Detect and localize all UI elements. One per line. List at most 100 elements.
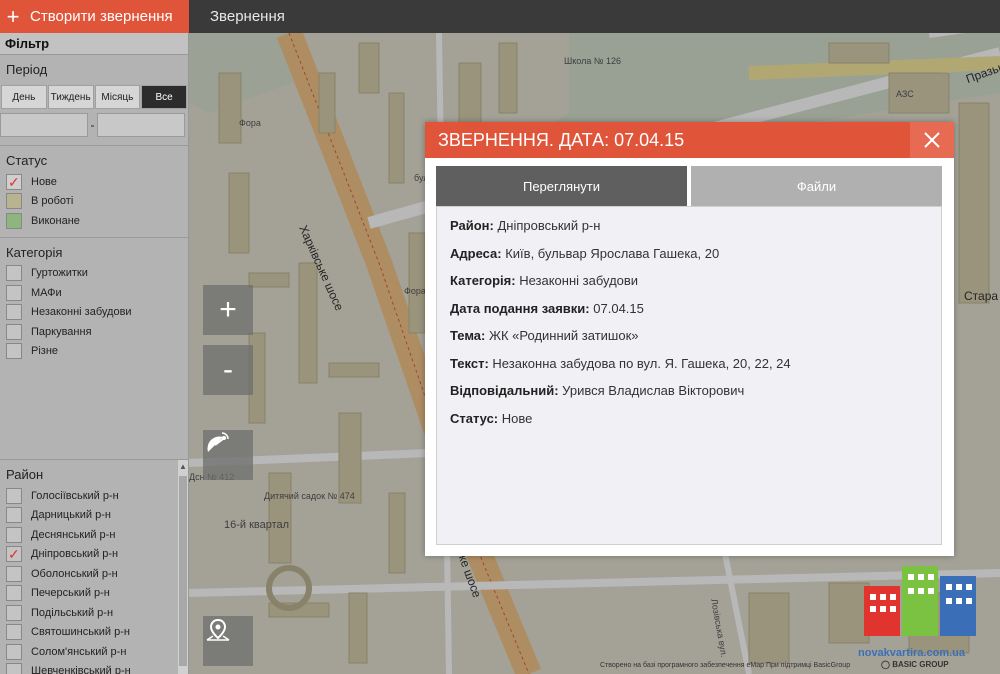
top-bar: + Створити звернення Звернення	[0, 0, 1000, 33]
raion-checkbox[interactable]	[6, 643, 22, 660]
raion-item[interactable]: Святошинський р-н	[0, 623, 188, 643]
field-label: Район:	[450, 218, 494, 233]
raion-item[interactable]: Оболонський р-н	[0, 564, 188, 584]
field-category: Категорія: Незаконні забудови	[450, 272, 928, 300]
status-checkbox-new[interactable]: ✓	[6, 173, 22, 190]
novakvartira-logo	[864, 566, 976, 636]
modal-tabs: Переглянути Файли	[436, 166, 942, 206]
category-checkbox[interactable]	[6, 265, 22, 282]
modal-close-button[interactable]	[910, 122, 954, 158]
raion-item[interactable]: ✓ Дніпровський р-н	[0, 545, 188, 565]
field-value: Урився Владислав Вікторович	[562, 383, 745, 398]
category-checkbox[interactable]	[6, 343, 22, 360]
raion-checkbox[interactable]: ✓	[6, 546, 22, 563]
raion-checkbox[interactable]	[6, 487, 22, 504]
field-value: 07.04.15	[593, 300, 644, 316]
field-value: Київ, бульвар Ярослава Гашека, 20	[505, 245, 720, 261]
category-item[interactable]: Незаконні забудови	[0, 303, 188, 323]
raion-item[interactable]: Подільський р-н	[0, 603, 188, 623]
field-label: Адреса:	[450, 245, 502, 261]
raion-item[interactable]: Печерський р-н	[0, 584, 188, 604]
field-label: Статус:	[450, 410, 499, 426]
category-item[interactable]: Різне	[0, 342, 188, 362]
raion-label: Печерський р-н	[31, 587, 110, 600]
field-label: Відповідальний:	[450, 383, 559, 398]
period-buttons: День Тиждень Місяць Все	[0, 85, 188, 109]
category-checkbox[interactable]	[6, 284, 22, 301]
raion-title: Район	[6, 467, 44, 482]
field-label: Тема:	[450, 328, 486, 343]
period-all-button[interactable]: Все	[141, 85, 187, 109]
raion-label: Святошинський р-н	[31, 626, 130, 639]
status-label: В роботі	[31, 195, 74, 208]
raion-label: Дарницький р-н	[31, 509, 111, 522]
raion-checkbox[interactable]	[6, 604, 22, 621]
scroll-up-icon[interactable]: ▲	[178, 462, 188, 472]
period-week-button[interactable]: Тиждень	[47, 85, 94, 109]
status-item-in-progress[interactable]: В роботі	[0, 192, 188, 212]
field-district: Район: Дніпровський р-н	[450, 217, 928, 245]
date-range: -	[0, 111, 188, 139]
raion-checkbox[interactable]	[6, 565, 22, 582]
raion-item[interactable]: Деснянський р-н	[0, 525, 188, 545]
zoom-out-button[interactable]: -	[203, 345, 253, 395]
field-status: Статус: Нове	[450, 410, 928, 438]
request-details: Район: Дніпровський р-н Адреса: Київ, бу…	[436, 206, 942, 545]
period-title: Період	[6, 62, 48, 77]
create-request-button[interactable]: + Створити звернення	[0, 0, 189, 33]
satellite-view-button[interactable]	[203, 430, 253, 480]
raion-item[interactable]: Шевченківський р-н	[0, 662, 188, 674]
raion-checkbox[interactable]	[6, 585, 22, 602]
category-item[interactable]: МАФи	[0, 283, 188, 303]
raion-item[interactable]: Дарницький р-н	[0, 506, 188, 526]
field-submission-date: Дата подання заявки: 07.04.15	[450, 300, 928, 328]
category-checkbox[interactable]	[6, 323, 22, 340]
nav-title-requests[interactable]: Звернення	[210, 0, 285, 33]
map-footer-credits: Створено на базі програмного забезпеченн…	[600, 662, 851, 669]
status-item-done[interactable]: Виконане	[0, 211, 188, 231]
raion-item[interactable]: Голосіївський р-н	[0, 486, 188, 506]
check-icon: ✓	[8, 546, 20, 563]
close-icon	[924, 132, 940, 148]
watermark-text: novakvartira.com.ua	[858, 647, 965, 659]
status-checkbox-done[interactable]	[6, 212, 22, 229]
date-from-input[interactable]	[0, 113, 88, 137]
plus-icon: +	[6, 3, 20, 29]
locate-map-button[interactable]	[203, 616, 253, 666]
date-to-input[interactable]	[97, 113, 185, 137]
scroll-thumb[interactable]	[179, 476, 187, 666]
status-checkbox-in-progress[interactable]	[6, 193, 22, 210]
date-range-separator: -	[90, 118, 95, 132]
zoom-in-button[interactable]: +	[203, 285, 253, 335]
tab-files[interactable]: Файли	[691, 166, 942, 206]
raion-label: Подільський р-н	[31, 606, 114, 619]
category-item[interactable]: Гуртожитки	[0, 264, 188, 284]
request-modal: ЗВЕРНЕННЯ. ДАТА: 07.04.15 Переглянути Фа…	[425, 122, 954, 556]
raion-label: Оболонський р-н	[31, 567, 118, 580]
field-value: Нове	[501, 410, 533, 426]
raion-checkbox[interactable]	[6, 624, 22, 641]
raion-checkbox[interactable]	[6, 526, 22, 543]
field-label: Категорія:	[450, 273, 516, 288]
raion-checkbox[interactable]	[6, 663, 22, 674]
raion-label: Шевченківський р-н	[31, 665, 131, 674]
raion-item[interactable]: Солом'янський р-н	[0, 642, 188, 662]
period-month-button[interactable]: Місяць	[94, 85, 141, 109]
create-request-label: Створити звернення	[30, 8, 173, 25]
category-label: МАФи	[31, 286, 62, 299]
status-item-new[interactable]: ✓ Нове	[0, 172, 188, 192]
category-label: Паркування	[31, 325, 92, 338]
raion-scrollbar[interactable]: ▲	[178, 460, 188, 674]
period-day-button[interactable]: День	[1, 85, 47, 109]
raion-list: Голосіївський р-н Дарницький р-н Деснянськ…	[0, 486, 188, 674]
category-label: Гуртожитки	[31, 267, 88, 280]
field-value: Дніпровський р-н	[497, 218, 601, 233]
raion-label: Дніпровський р-н	[31, 548, 119, 561]
raion-checkbox[interactable]	[6, 507, 22, 524]
tab-view[interactable]: Переглянути	[436, 166, 687, 206]
category-checkbox[interactable]	[6, 304, 22, 321]
status-label: Виконане	[31, 214, 80, 227]
field-topic: Тема: ЖК «Родинний затишок»	[450, 327, 928, 355]
category-label: Незаконні забудови	[31, 306, 132, 319]
category-item[interactable]: Паркування	[0, 322, 188, 342]
